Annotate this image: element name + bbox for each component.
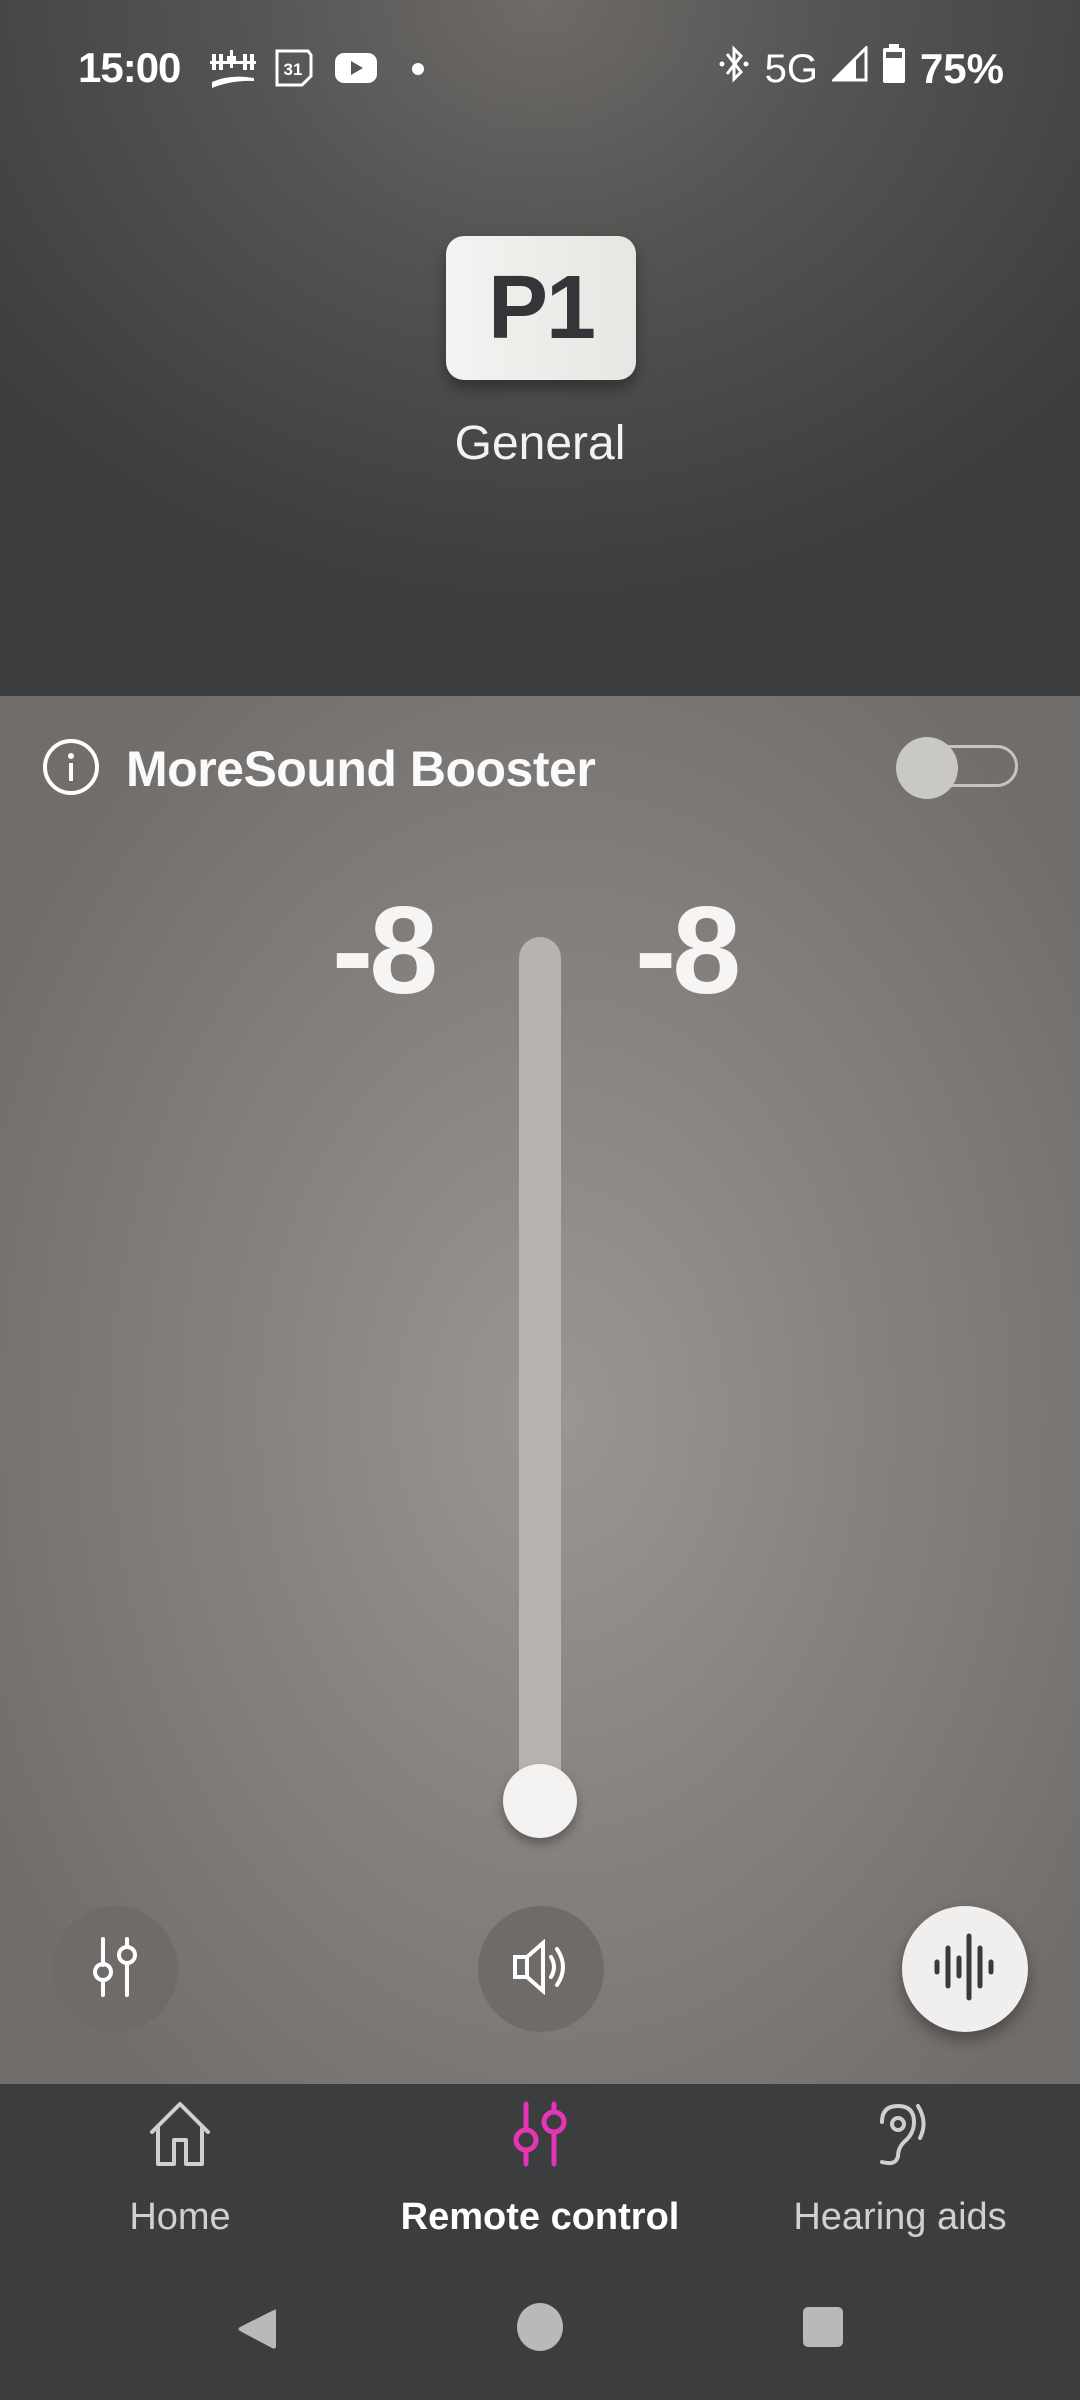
program-name: General xyxy=(454,417,626,470)
status-time: 15:00 xyxy=(78,44,181,91)
battery-percent: 75% xyxy=(919,45,1004,92)
volume-button[interactable] xyxy=(478,1906,604,2032)
nav-item-remote-control[interactable]: Remote control xyxy=(360,2084,720,2256)
nav-item-home[interactable]: Home xyxy=(0,2084,360,2256)
space-station-icon xyxy=(210,48,256,97)
program-badge[interactable]: P1 xyxy=(446,236,636,380)
equalizer-icon xyxy=(87,1935,143,2004)
signal-icon xyxy=(830,44,868,92)
system-navigation-bar xyxy=(0,2256,1080,2400)
battery-icon xyxy=(882,44,906,94)
booster-label: MoreSound Booster xyxy=(126,741,596,797)
status-bar: 15:00 31 5G 75% xyxy=(0,0,1080,136)
back-icon[interactable] xyxy=(236,2306,278,2357)
home-icon xyxy=(0,2100,360,2180)
nav-item-hearing-aids[interactable]: Hearing aids xyxy=(720,2084,1080,2256)
youtube-icon xyxy=(334,52,378,89)
toggle-knob xyxy=(896,737,958,799)
network-type: 5G xyxy=(764,46,818,91)
notification-dot-icon xyxy=(412,62,424,80)
volume-slider-track[interactable] xyxy=(519,937,561,1807)
svg-text:31: 31 xyxy=(284,60,303,79)
left-volume-value: -8 xyxy=(332,882,438,1020)
calendar-icon: 31 xyxy=(274,48,314,93)
right-volume-value: -8 xyxy=(635,882,741,1020)
ear-icon xyxy=(720,2100,1080,2180)
nav-label-home: Home xyxy=(129,2196,231,2238)
volume-slider-knob[interactable] xyxy=(503,1764,577,1838)
bottom-navigation: Home Remote control Hearing aids xyxy=(0,2084,1080,2256)
booster-toggle[interactable] xyxy=(896,737,1022,799)
panel-divider xyxy=(0,690,1080,696)
program-badge-label: P1 xyxy=(487,257,596,358)
speaker-icon xyxy=(511,1938,571,2000)
bluetooth-icon xyxy=(717,44,751,94)
home-system-icon[interactable] xyxy=(516,2302,564,2357)
sliders-icon xyxy=(360,2100,720,2180)
nav-label-remote-control: Remote control xyxy=(400,2196,680,2238)
recents-icon[interactable] xyxy=(802,2306,844,2353)
info-icon[interactable] xyxy=(42,738,100,796)
sound-wave-button[interactable] xyxy=(902,1906,1028,2032)
status-right: 5G 75% xyxy=(717,44,1004,94)
equalizer-button[interactable] xyxy=(52,1906,178,2032)
sound-wave-icon xyxy=(933,1932,997,2007)
nav-label-hearing-aids: Hearing aids xyxy=(793,2196,1007,2238)
